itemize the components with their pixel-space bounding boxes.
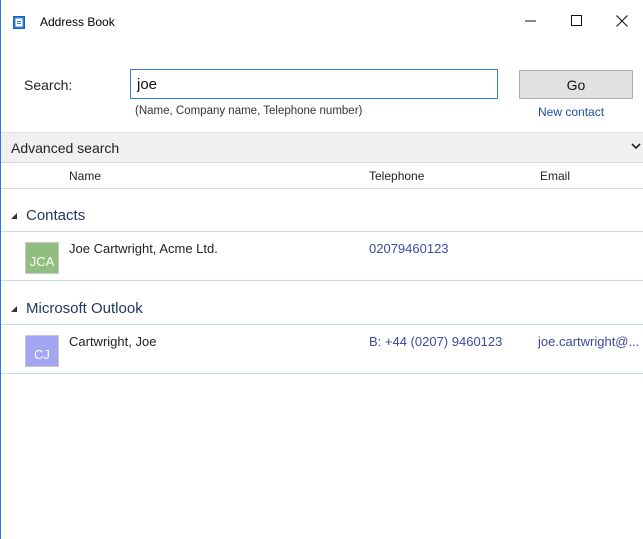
- search-label: Search:: [24, 77, 73, 93]
- contact-telephone[interactable]: 02079460123: [369, 241, 449, 256]
- group-header-outlook[interactable]: Microsoft Outlook: [1, 298, 643, 320]
- contact-name: Joe Cartwright, Acme Ltd.: [69, 241, 218, 256]
- maximize-button[interactable]: [553, 0, 599, 41]
- advanced-search-label: Advanced search: [11, 140, 120, 156]
- contact-name: Cartwright, Joe: [69, 334, 157, 349]
- title-bar[interactable]: Address Book: [1, 0, 643, 41]
- column-header: Name Telephone Email: [1, 162, 643, 189]
- address-book-icon: [13, 16, 25, 29]
- column-header-telephone[interactable]: Telephone: [369, 169, 424, 183]
- avatar-initials: JCA: [29, 254, 55, 269]
- avatar: JCA: [25, 242, 59, 274]
- search-input[interactable]: [130, 69, 498, 99]
- advanced-search-expander[interactable]: Advanced search: [1, 132, 643, 162]
- window-title: Address Book: [40, 15, 115, 29]
- new-contact-link[interactable]: New contact: [538, 105, 604, 119]
- avatar-initials: CJ: [34, 347, 50, 362]
- avatar: CJ: [25, 335, 59, 367]
- group-title: Contacts: [26, 207, 86, 224]
- close-icon: [616, 14, 628, 27]
- collapse-arrow-icon[interactable]: [11, 306, 18, 313]
- search-hint: (Name, Company name, Telephone number): [135, 105, 363, 117]
- chevron-down-icon: [631, 143, 641, 150]
- column-header-email[interactable]: Email: [540, 169, 570, 183]
- minimize-button[interactable]: [507, 0, 553, 41]
- contact-row[interactable]: JCA Joe Cartwright, Acme Ltd. 0207946012…: [1, 231, 643, 281]
- close-button[interactable]: [599, 0, 643, 41]
- contact-row[interactable]: CJ Cartwright, Joe B: +44 (0207) 9460123…: [1, 324, 643, 374]
- maximize-icon: [570, 15, 582, 26]
- group-header-contacts[interactable]: Contacts: [1, 205, 643, 227]
- go-button[interactable]: Go: [519, 70, 633, 99]
- group-title: Microsoft Outlook: [26, 300, 143, 317]
- column-header-name[interactable]: Name: [69, 169, 101, 183]
- contact-email[interactable]: joe.cartwright@...: [538, 334, 639, 349]
- contact-telephone[interactable]: B: +44 (0207) 9460123: [369, 334, 502, 349]
- address-book-window: Address Book Search: (Name, Company name…: [0, 0, 643, 539]
- minimize-icon: [524, 20, 536, 22]
- collapse-arrow-icon[interactable]: [11, 213, 18, 220]
